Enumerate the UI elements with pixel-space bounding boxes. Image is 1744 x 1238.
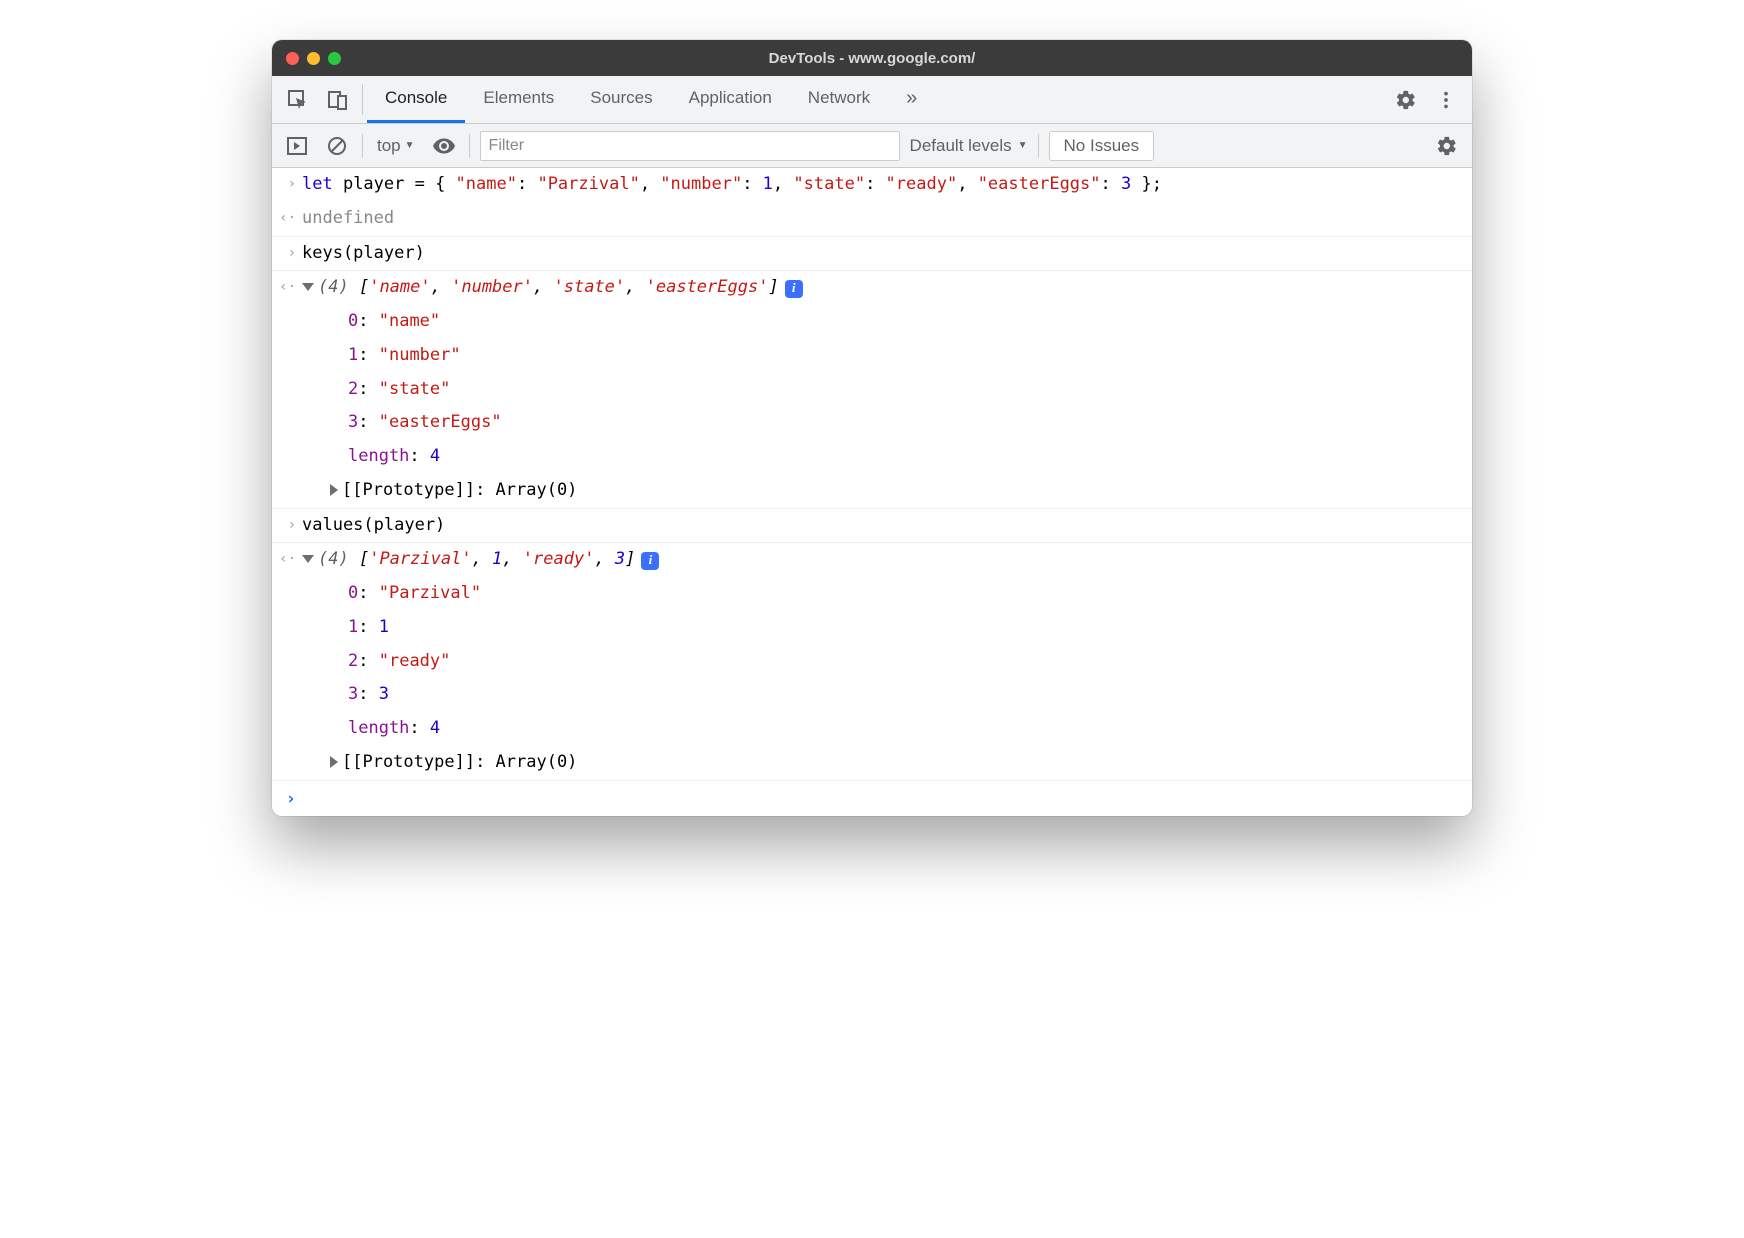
separator: [469, 134, 470, 158]
disclosure-triangle-icon[interactable]: [302, 555, 314, 563]
more-tabs-button[interactable]: »: [888, 76, 935, 123]
console-input-row[interactable]: ›keys(player): [272, 237, 1472, 272]
array-item-row[interactable]: 3: 3: [272, 678, 1472, 712]
array-length-row: length: 4: [272, 712, 1472, 746]
console-input-row[interactable]: ›values(player): [272, 509, 1472, 544]
console-prompt-row[interactable]: ›: [272, 781, 1472, 817]
window-title: DevTools - www.google.com/: [272, 50, 1472, 67]
kebab-menu-icon[interactable]: [1426, 76, 1466, 123]
minimize-window-button[interactable]: [307, 52, 320, 65]
separator: [362, 134, 363, 158]
array-item-row[interactable]: 2: "state": [272, 373, 1472, 407]
array-item-row[interactable]: 0: "Parzival": [272, 577, 1472, 611]
tabbar: Console Elements Sources Application Net…: [272, 76, 1472, 124]
console-input-row[interactable]: ›let player = { "name": "Parzival", "num…: [272, 168, 1472, 202]
console-output-row: ‹·undefined: [272, 202, 1472, 237]
tab-elements[interactable]: Elements: [465, 76, 572, 123]
settings-icon[interactable]: [1386, 76, 1426, 123]
console-toolbar: top ▼ Default levels ▼ No Issues: [272, 124, 1472, 168]
panel-tabs: Console Elements Sources Application Net…: [367, 76, 935, 123]
context-label: top: [377, 136, 401, 156]
console-output: ›let player = { "name": "Parzival", "num…: [272, 168, 1472, 816]
levels-label: Default levels: [910, 136, 1012, 156]
tab-application[interactable]: Application: [671, 76, 790, 123]
prototype-row[interactable]: [[Prototype]]: Array(0): [272, 746, 1472, 781]
context-selector[interactable]: top ▼: [373, 136, 419, 156]
issues-button[interactable]: No Issues: [1049, 131, 1155, 161]
console-output-row[interactable]: ‹·(4) ['Parzival', 1, 'ready', 3]i: [272, 543, 1472, 577]
clear-console-icon[interactable]: [322, 131, 352, 161]
titlebar: DevTools - www.google.com/: [272, 40, 1472, 76]
prototype-row[interactable]: [[Prototype]]: Array(0): [272, 474, 1472, 509]
toggle-sidebar-icon[interactable]: [282, 131, 312, 161]
separator: [362, 84, 363, 115]
log-levels-selector[interactable]: Default levels ▼: [910, 136, 1028, 156]
filter-input[interactable]: [480, 131, 900, 161]
array-item-row[interactable]: 2: "ready": [272, 645, 1472, 679]
info-icon[interactable]: i: [785, 280, 803, 298]
inspect-element-icon[interactable]: [278, 76, 318, 123]
tab-sources[interactable]: Sources: [572, 76, 670, 123]
array-length-row: length: 4: [272, 440, 1472, 474]
device-toolbar-icon[interactable]: [318, 76, 358, 123]
array-item-row[interactable]: 1: 1: [272, 611, 1472, 645]
array-item-row[interactable]: 0: "name": [272, 305, 1472, 339]
console-output-row[interactable]: ‹·(4) ['name', 'number', 'state', 'easte…: [272, 271, 1472, 305]
live-expression-icon[interactable]: [429, 131, 459, 161]
tab-network[interactable]: Network: [790, 76, 888, 123]
array-item-row[interactable]: 1: "number": [272, 339, 1472, 373]
array-item-row[interactable]: 3: "easterEggs": [272, 406, 1472, 440]
maximize-window-button[interactable]: [328, 52, 341, 65]
close-window-button[interactable]: [286, 52, 299, 65]
separator: [1038, 134, 1039, 158]
disclosure-triangle-icon[interactable]: [302, 283, 314, 291]
console-settings-icon[interactable]: [1432, 131, 1462, 161]
disclosure-triangle-icon[interactable]: [330, 484, 338, 496]
traffic-lights: [272, 52, 341, 65]
devtools-window: DevTools - www.google.com/ Console Eleme…: [272, 40, 1472, 816]
tab-console[interactable]: Console: [367, 76, 465, 123]
disclosure-triangle-icon[interactable]: [330, 756, 338, 768]
info-icon[interactable]: i: [641, 552, 659, 570]
